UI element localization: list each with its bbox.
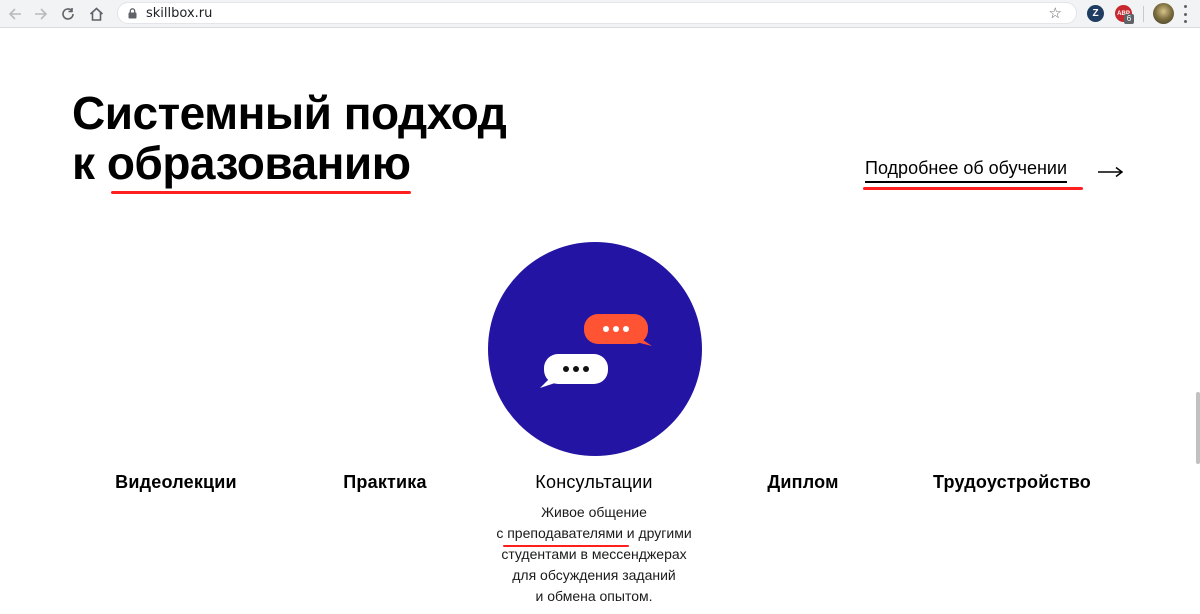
description-line-2: с преподавателями и другими xyxy=(464,523,724,547)
description-red-underline xyxy=(503,545,629,547)
description-line-5: и обмена опытом. xyxy=(535,588,653,604)
toolbar-divider xyxy=(1143,6,1144,22)
feature-diploma[interactable]: Диплом xyxy=(767,472,838,493)
headline-prefix: к xyxy=(72,137,107,189)
lock-icon xyxy=(128,8,137,19)
headline-line-1: Системный подход xyxy=(72,87,507,139)
chat-bubbles-icon xyxy=(540,314,652,388)
feature-employment[interactable]: Трудоустройство xyxy=(933,472,1091,493)
feature-video-lectures[interactable]: Видеолекции xyxy=(115,472,237,493)
features-row: Видеолекции Практика Консультации Диплом… xyxy=(0,472,1200,496)
reload-icon xyxy=(62,8,74,20)
kebab-menu-icon[interactable] xyxy=(1183,5,1187,23)
description-highlight: преподавателями xyxy=(503,523,629,547)
browser-toolbar: skillbox.ru ☆ Z ABP 6 xyxy=(0,0,1200,28)
adblock-badge: 6 xyxy=(1124,14,1134,24)
home-icon xyxy=(89,7,103,21)
feature-practice[interactable]: Практика xyxy=(343,472,426,493)
extension-z-icon[interactable]: Z xyxy=(1087,5,1104,22)
home-button[interactable] xyxy=(85,3,107,25)
arrow-right-icon[interactable] xyxy=(1098,166,1124,178)
more-about-learning-link[interactable]: Подробнее об обучении xyxy=(865,158,1068,183)
address-bar[interactable]: skillbox.ru ☆ xyxy=(117,2,1077,24)
url-text: skillbox.ru xyxy=(146,6,213,21)
description-line-3: студентами в мессенджерах xyxy=(501,546,687,562)
arrow-right-icon xyxy=(35,8,48,20)
more-link-label: Подробнее об обучении xyxy=(865,158,1068,183)
description-line-1: Живое общение xyxy=(541,504,647,520)
more-link-red-underline xyxy=(863,187,1083,190)
reload-button[interactable] xyxy=(57,3,79,25)
page-headline: Системный подход к образованию xyxy=(72,87,507,194)
star-icon[interactable]: ☆ xyxy=(1049,4,1062,22)
forward-button[interactable] xyxy=(30,3,52,25)
highlight-underline xyxy=(110,191,411,194)
profile-avatar[interactable] xyxy=(1153,3,1174,24)
description-line-4: для обсуждения заданий xyxy=(512,567,676,583)
arrow-left-icon xyxy=(8,8,21,20)
consultation-illustration xyxy=(488,242,702,456)
headline-line-2: к образованию xyxy=(72,137,506,194)
headline-highlight: образованию xyxy=(107,138,411,194)
feature-consultations[interactable]: Консультации xyxy=(535,472,652,493)
consultations-description: Живое общение с преподавателями и другим… xyxy=(464,502,724,607)
page-scrollbar[interactable] xyxy=(1196,392,1200,464)
back-button[interactable] xyxy=(4,3,26,25)
